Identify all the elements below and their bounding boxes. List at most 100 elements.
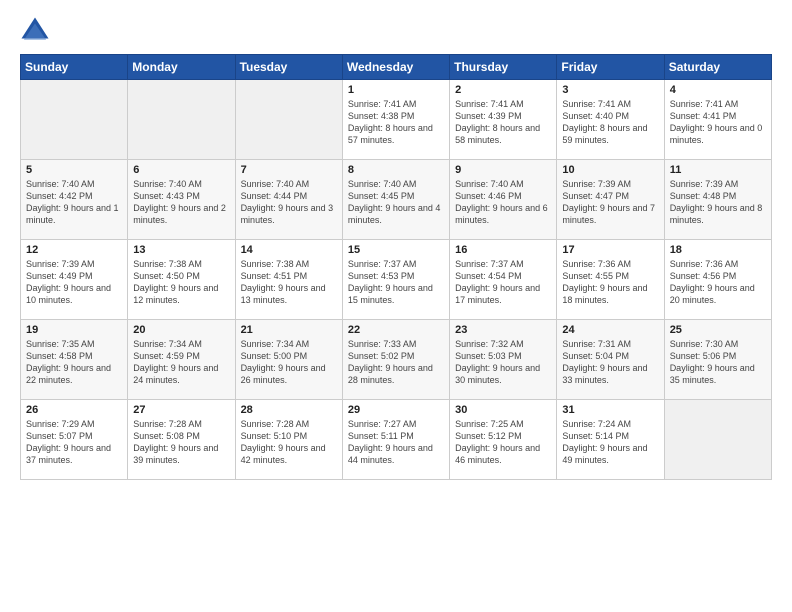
day-info: Sunrise: 7:36 AM Sunset: 4:55 PM Dayligh… [562,258,658,307]
day-info: Sunrise: 7:40 AM Sunset: 4:46 PM Dayligh… [455,178,551,227]
calendar-cell [128,80,235,160]
day-number: 29 [348,404,444,416]
calendar-cell: 4 Sunrise: 7:41 AM Sunset: 4:41 PM Daylig… [664,80,771,160]
day-number: 28 [241,404,337,416]
calendar-cell: 12 Sunrise: 7:39 AM Sunset: 4:49 PM Dayli… [21,240,128,320]
calendar-cell: 3 Sunrise: 7:41 AM Sunset: 4:40 PM Daylig… [557,80,664,160]
weekday-header: Tuesday [235,55,342,80]
weekday-header: Friday [557,55,664,80]
day-info: Sunrise: 7:33 AM Sunset: 5:02 PM Dayligh… [348,338,444,387]
calendar-cell: 30 Sunrise: 7:25 AM Sunset: 5:12 PM Dayli… [450,400,557,480]
calendar-cell: 16 Sunrise: 7:37 AM Sunset: 4:54 PM Dayli… [450,240,557,320]
calendar-week-row: 5Sunrise: 7:40 AM Sunset: 4:42 PM Daylig… [21,160,772,240]
calendar-header-row: SundayMondayTuesdayWednesdayThursdayFrid… [21,55,772,80]
day-number: 22 [348,324,444,336]
day-info: Sunrise: 7:29 AM Sunset: 5:07 PM Dayligh… [26,418,122,467]
day-number: 11 [670,164,766,176]
day-info: Sunrise: 7:27 AM Sunset: 5:11 PM Dayligh… [348,418,444,467]
calendar-week-row: 19 Sunrise: 7:35 AM Sunset: 4:58 PM Dayli… [21,320,772,400]
calendar-cell: 25 Sunrise: 7:30 AM Sunset: 5:06 PM Dayli… [664,320,771,400]
day-number: 23 [455,324,551,336]
day-info: Sunrise: 7:40 AM Sunset: 4:43 PM Dayligh… [133,178,229,227]
calendar-cell: 1 Sunrise: 7:41 AM Sunset: 4:38 PM Daylig… [342,80,449,160]
day-info: Sunrise: 7:40 AM Sunset: 4:45 PM Dayligh… [348,178,444,227]
day-number: 13 [133,244,229,256]
day-info: Sunrise: 7:35 AM Sunset: 4:58 PM Dayligh… [26,338,122,387]
day-info: Sunrise: 7:28 AM Sunset: 5:10 PM Dayligh… [241,418,337,467]
calendar-cell: 7 Sunrise: 7:40 AM Sunset: 4:44 PM Daylig… [235,160,342,240]
weekday-header: Wednesday [342,55,449,80]
calendar-cell: 27 Sunrise: 7:28 AM Sunset: 5:08 PM Dayli… [128,400,235,480]
calendar-cell: 18 Sunrise: 7:36 AM Sunset: 4:56 PM Dayli… [664,240,771,320]
calendar-cell: 5Sunrise: 7:40 AM Sunset: 4:42 PM Daylig… [21,160,128,240]
day-number: 14 [241,244,337,256]
calendar-cell [235,80,342,160]
day-number: 9 [455,164,551,176]
day-info: Sunrise: 7:28 AM Sunset: 5:08 PM Dayligh… [133,418,229,467]
day-info: Sunrise: 7:31 AM Sunset: 5:04 PM Dayligh… [562,338,658,387]
day-info: Sunrise: 7:38 AM Sunset: 4:50 PM Dayligh… [133,258,229,307]
weekday-header: Monday [128,55,235,80]
calendar-cell: 15Sunrise: 7:37 AM Sunset: 4:53 PM Dayli… [342,240,449,320]
day-info: Sunrise: 7:41 AM Sunset: 4:38 PM Dayligh… [348,98,444,147]
day-info: Sunrise: 7:36 AM Sunset: 4:56 PM Dayligh… [670,258,766,307]
calendar-cell: 26 Sunrise: 7:29 AM Sunset: 5:07 PM Dayli… [21,400,128,480]
day-number: 6 [133,164,229,176]
calendar-week-row: 26 Sunrise: 7:29 AM Sunset: 5:07 PM Dayli… [21,400,772,480]
day-info: Sunrise: 7:39 AM Sunset: 4:48 PM Dayligh… [670,178,766,227]
day-number: 7 [241,164,337,176]
calendar-cell: 2 Sunrise: 7:41 AM Sunset: 4:39 PM Daylig… [450,80,557,160]
day-number: 8 [348,164,444,176]
day-info: Sunrise: 7:24 AM Sunset: 5:14 PM Dayligh… [562,418,658,467]
day-info: Sunrise: 7:37 AM Sunset: 4:53 PM Dayligh… [348,258,444,307]
day-number: 4 [670,84,766,96]
day-info: Sunrise: 7:25 AM Sunset: 5:12 PM Dayligh… [455,418,551,467]
day-number: 12 [26,244,122,256]
calendar-cell: 22 Sunrise: 7:33 AM Sunset: 5:02 PM Dayli… [342,320,449,400]
day-info: Sunrise: 7:38 AM Sunset: 4:51 PM Dayligh… [241,258,337,307]
day-number: 5 [26,164,122,176]
header [20,16,772,46]
page: SundayMondayTuesdayWednesdayThursdayFrid… [0,0,792,490]
calendar-cell: 8 Sunrise: 7:40 AM Sunset: 4:45 PM Daylig… [342,160,449,240]
day-number: 18 [670,244,766,256]
calendar-cell: 23Sunrise: 7:32 AM Sunset: 5:03 PM Dayli… [450,320,557,400]
calendar-cell: 20Sunrise: 7:34 AM Sunset: 4:59 PM Dayli… [128,320,235,400]
day-number: 16 [455,244,551,256]
calendar-cell: 31 Sunrise: 7:24 AM Sunset: 5:14 PM Dayli… [557,400,664,480]
calendar-week-row: 1 Sunrise: 7:41 AM Sunset: 4:38 PM Daylig… [21,80,772,160]
calendar-cell: 11 Sunrise: 7:39 AM Sunset: 4:48 PM Dayli… [664,160,771,240]
day-info: Sunrise: 7:37 AM Sunset: 4:54 PM Dayligh… [455,258,551,307]
day-number: 3 [562,84,658,96]
calendar-cell: 19 Sunrise: 7:35 AM Sunset: 4:58 PM Dayli… [21,320,128,400]
weekday-header: Thursday [450,55,557,80]
calendar-cell [21,80,128,160]
calendar-cell: 29 Sunrise: 7:27 AM Sunset: 5:11 PM Dayli… [342,400,449,480]
logo-icon [20,16,50,46]
day-number: 26 [26,404,122,416]
weekday-header: Sunday [21,55,128,80]
day-number: 27 [133,404,229,416]
weekday-header: Saturday [664,55,771,80]
day-info: Sunrise: 7:39 AM Sunset: 4:47 PM Dayligh… [562,178,658,227]
calendar-cell: 24Sunrise: 7:31 AM Sunset: 5:04 PM Dayli… [557,320,664,400]
day-info: Sunrise: 7:41 AM Sunset: 4:39 PM Dayligh… [455,98,551,147]
day-number: 2 [455,84,551,96]
calendar-cell: 13 Sunrise: 7:38 AM Sunset: 4:50 PM Dayli… [128,240,235,320]
calendar-cell [664,400,771,480]
day-number: 30 [455,404,551,416]
day-info: Sunrise: 7:39 AM Sunset: 4:49 PM Dayligh… [26,258,122,307]
calendar-cell: 9 Sunrise: 7:40 AM Sunset: 4:46 PM Daylig… [450,160,557,240]
day-info: Sunrise: 7:41 AM Sunset: 4:41 PM Dayligh… [670,98,766,147]
calendar-cell: 10Sunrise: 7:39 AM Sunset: 4:47 PM Dayli… [557,160,664,240]
day-info: Sunrise: 7:40 AM Sunset: 4:44 PM Dayligh… [241,178,337,227]
day-number: 31 [562,404,658,416]
day-number: 25 [670,324,766,336]
day-info: Sunrise: 7:41 AM Sunset: 4:40 PM Dayligh… [562,98,658,147]
day-info: Sunrise: 7:34 AM Sunset: 5:00 PM Dayligh… [241,338,337,387]
calendar-cell: 6 Sunrise: 7:40 AM Sunset: 4:43 PM Daylig… [128,160,235,240]
day-info: Sunrise: 7:30 AM Sunset: 5:06 PM Dayligh… [670,338,766,387]
day-number: 1 [348,84,444,96]
logo [20,16,54,46]
day-number: 19 [26,324,122,336]
